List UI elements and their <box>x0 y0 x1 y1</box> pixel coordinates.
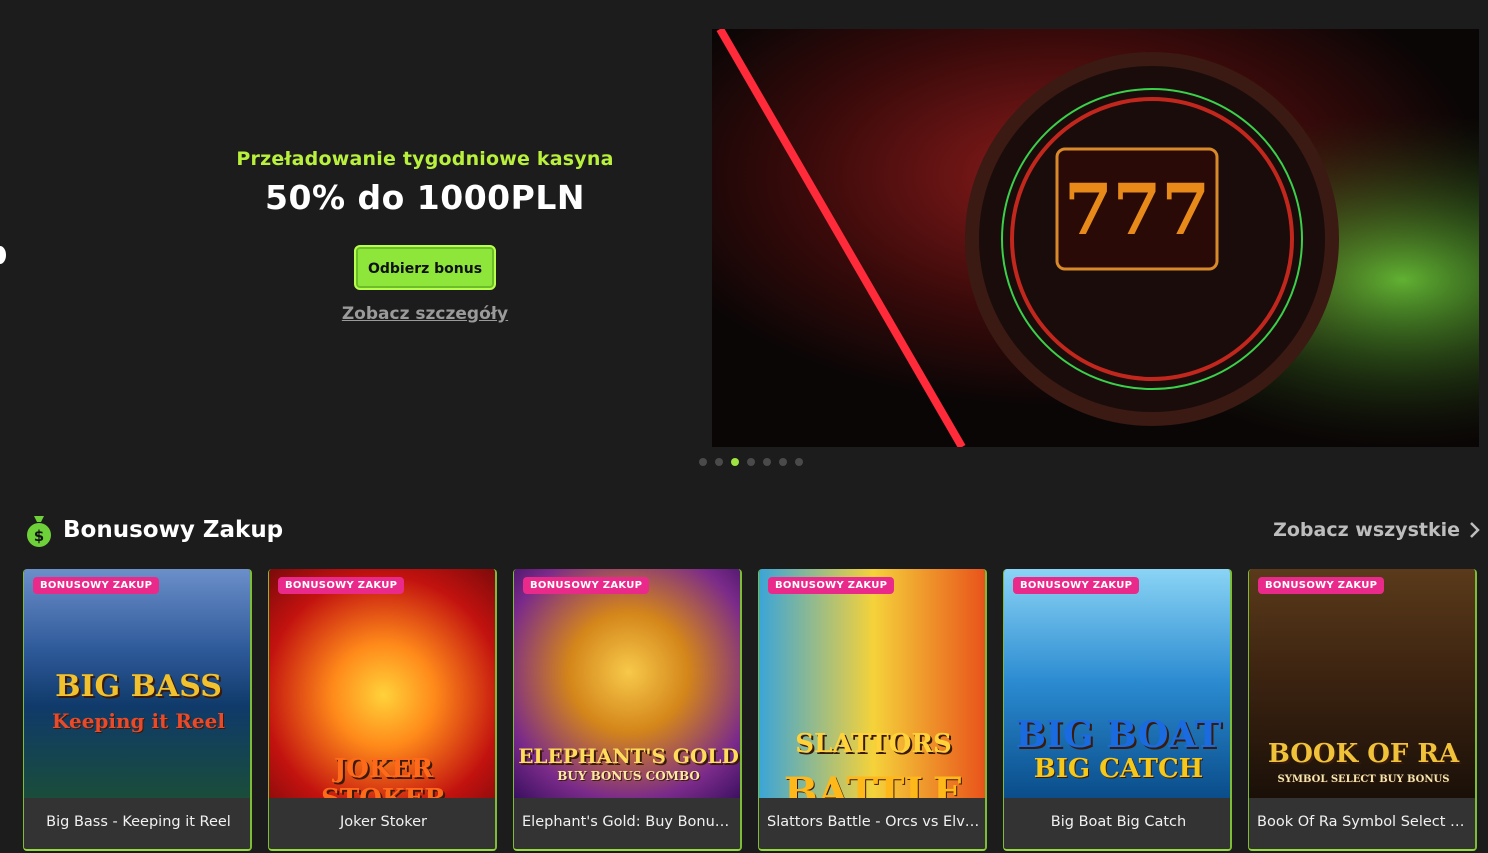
game-logo-title: JOKER STOKER <box>321 754 446 798</box>
game-logo-subtitle: SYMBOL SELECT BUY BONUS <box>1277 774 1450 785</box>
game-logo-subtitle: BUY BONUS COMBO <box>557 769 700 783</box>
hero-slot-machine-image: 777 <box>712 29 1479 447</box>
game-logo-title: BOOK OF RA <box>1267 739 1460 769</box>
game-thumbnail[interactable]: BIG BOAT BIG CATCH BONUSOWY ZAKUP <box>1004 569 1230 798</box>
carousel-dots <box>699 458 803 466</box>
game-title[interactable]: Book Of Ra Symbol Select B... <box>1249 798 1475 849</box>
carousel-dot[interactable] <box>699 458 707 466</box>
carousel-dot[interactable] <box>731 458 739 466</box>
game-card[interactable]: BIG BASS Keeping it Reel BONUSOWY ZAKUP Big… <box>23 569 252 851</box>
game-logo-title: BIG BOAT <box>1015 714 1222 756</box>
bonus-buy-badge: BONUSOWY ZAKUP <box>278 577 405 594</box>
hero-banner: Przeładowanie tygodniowe kasyna 50% do 1… <box>0 0 1488 480</box>
see-all-link[interactable]: Zobacz wszystkie <box>1273 519 1480 541</box>
hero-subtitle: Przeładowanie tygodniowe kasyna <box>236 148 614 170</box>
carousel-dot[interactable] <box>779 458 787 466</box>
game-card[interactable]: BOOK OF RA SYMBOL SELECT BUY BONUS BONUSOW… <box>1248 569 1477 851</box>
carousel-dot[interactable] <box>795 458 803 466</box>
see-all-label: Zobacz wszystkie <box>1273 519 1460 541</box>
carousel-prev-handle[interactable] <box>0 246 6 264</box>
see-details-link[interactable]: Zobacz szczegóły <box>200 304 650 324</box>
game-title[interactable]: Big Bass - Keeping it Reel <box>24 798 250 849</box>
game-logo-subtitle: BIG CATCH <box>1033 754 1204 784</box>
bonus-buy-badge: BONUSOWY ZAKUP <box>523 577 650 594</box>
hero-text: Przeładowanie tygodniowe kasyna 50% do 1… <box>200 148 650 324</box>
section-title: Bonusowy Zakup <box>63 517 284 543</box>
bonus-buy-badge: BONUSOWY ZAKUP <box>1013 577 1140 594</box>
game-card[interactable]: ELEPHANT'S GOLD BUY BONUS COMBO BONUSOWY Z… <box>513 569 742 851</box>
game-title[interactable]: Slattors Battle - Orcs vs Elves <box>759 798 985 849</box>
claim-bonus-button[interactable]: Odbierz bonus <box>354 245 496 290</box>
game-title[interactable]: Big Boat Big Catch <box>1004 798 1230 849</box>
game-card[interactable]: SLATTORS BATTLE BONUSOWY ZAKUP Slattors Bat… <box>758 569 987 851</box>
section-header: $ Bonusowy Zakup Zobacz wszystkie <box>24 512 1480 552</box>
bonus-buy-badge: BONUSOWY ZAKUP <box>1258 577 1385 594</box>
carousel-dot[interactable] <box>715 458 723 466</box>
svg-text:$: $ <box>34 527 44 545</box>
money-bag-icon: $ <box>27 516 51 547</box>
game-thumbnail[interactable]: SLATTORS BATTLE BONUSOWY ZAKUP <box>759 569 985 798</box>
chevron-right-icon <box>1470 522 1480 538</box>
carousel-dot[interactable] <box>747 458 755 466</box>
carousel-dot[interactable] <box>763 458 771 466</box>
game-list: BIG BASS Keeping it Reel BONUSOWY ZAKUP Big… <box>23 569 1477 851</box>
game-card[interactable]: BIG BOAT BIG CATCH BONUSOWY ZAKUP Big Boat … <box>1003 569 1232 851</box>
game-logo-title: BIG BASS <box>55 669 222 704</box>
game-title[interactable]: Elephant's Gold: Buy Bonus ... <box>514 798 740 849</box>
game-thumbnail[interactable]: JOKER STOKER BONUSOWY ZAKUP <box>269 569 495 798</box>
game-title[interactable]: Joker Stoker <box>269 798 495 849</box>
game-logo-subtitle: BATTLE <box>783 769 964 798</box>
game-thumbnail[interactable]: BOOK OF RA SYMBOL SELECT BUY BONUS BONUSOW… <box>1249 569 1475 798</box>
game-logo-title: SLATTORS <box>795 729 952 759</box>
game-logo-title: ELEPHANT'S GOLD <box>518 744 739 768</box>
game-thumbnail[interactable]: BIG BASS Keeping it Reel BONUSOWY ZAKUP <box>24 569 250 798</box>
bonus-buy-badge: BONUSOWY ZAKUP <box>33 577 160 594</box>
game-thumbnail[interactable]: ELEPHANT'S GOLD BUY BONUS COMBO BONUSOWY Z… <box>514 569 740 798</box>
bonus-buy-badge: BONUSOWY ZAKUP <box>768 577 895 594</box>
game-card[interactable]: JOKER STOKER BONUSOWY ZAKUP Joker Stoker <box>268 569 497 851</box>
hero-title: 50% do 1000PLN <box>265 178 585 217</box>
game-logo-subtitle: Keeping it Reel <box>52 709 225 733</box>
svg-text:777: 777 <box>1064 168 1210 251</box>
